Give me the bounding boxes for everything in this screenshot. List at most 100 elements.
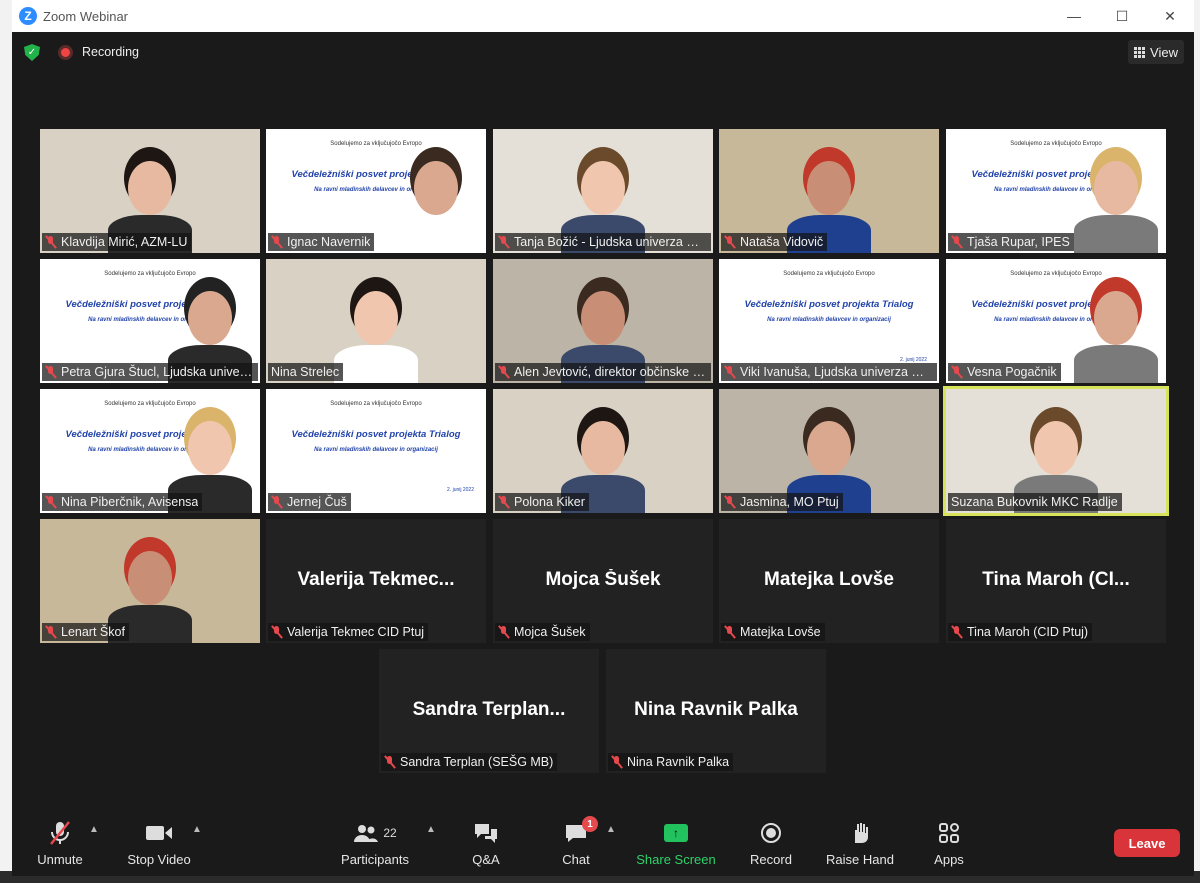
participant-nameplate: Alen Jevtović, direktor občinske uprave	[495, 363, 711, 381]
participant-tile[interactable]: Tanja Božić - Ljudska univerza Ptuj	[493, 129, 713, 253]
participant-tile[interactable]: Nataša Vidovič	[719, 129, 939, 253]
qa-icon	[473, 818, 499, 848]
video-camera-icon	[145, 818, 173, 848]
maximize-button[interactable]: ☐	[1098, 0, 1146, 32]
participant-nameplate: Tjaša Rupar, IPES	[948, 233, 1074, 251]
participant-name: Polona Kiker	[514, 495, 585, 509]
window-title: Zoom Webinar	[43, 8, 129, 24]
slide-header-text: Sodelujemo za vključujočo Evropo	[330, 401, 422, 407]
close-button[interactable]: ✕	[1146, 0, 1194, 32]
participant-name: Matejka Lovše	[740, 625, 821, 639]
participant-nameplate: Lenart Škof	[42, 623, 129, 641]
participant-tile[interactable]: Sodelujemo za vključujočo Evropo Večdelež…	[946, 129, 1166, 253]
participant-tile[interactable]: Mojca Šušek Mojca Šušek	[493, 519, 713, 643]
participant-tile[interactable]: Polona Kiker	[493, 389, 713, 513]
participant-tile[interactable]: Sodelujemo za vključujočo Evropo Večdelež…	[266, 389, 486, 513]
participant-nameplate: Nina Piberčnik, Avisensa	[42, 493, 203, 511]
mic-muted-icon	[45, 365, 57, 379]
stop-video-button[interactable]: Stop Video	[124, 818, 194, 874]
participant-tile[interactable]: Klavdija Mirić, AZM-LU	[40, 129, 260, 253]
mic-muted-icon	[724, 625, 736, 639]
participant-name: Tanja Božić - Ljudska univerza Ptuj	[514, 235, 707, 249]
participants-button[interactable]: 22 Participants	[340, 818, 410, 874]
minimize-button[interactable]: —	[1050, 0, 1098, 32]
participant-nameplate: Suzana Bukovnik MKC Radlje	[948, 493, 1122, 511]
participant-tile[interactable]: Sodelujemo za vključujočo Evropo Večdelež…	[946, 259, 1166, 383]
title-bar: Z Zoom Webinar — ☐ ✕	[12, 0, 1194, 32]
participant-tile[interactable]: Sodelujemo za vključujočo Evropo Večdelež…	[266, 129, 486, 253]
chat-options-caret-icon[interactable]: ▲	[606, 824, 616, 835]
participants-count: 22	[383, 826, 397, 840]
participant-tile[interactable]: Lenart Škof	[40, 519, 260, 643]
recording-indicator-icon	[58, 45, 73, 60]
participant-tile[interactable]: Sandra Terplan... Sandra Terplan (SEŠG MB…	[379, 649, 599, 773]
participants-options-caret-icon[interactable]: ▲	[426, 824, 436, 835]
audio-options-caret-icon[interactable]: ▲	[89, 824, 99, 835]
participant-tile[interactable]: Tina Maroh (CI... Tina Maroh (CID Ptuj)	[946, 519, 1166, 643]
record-button[interactable]: Record	[748, 818, 794, 874]
participant-name: Tjaša Rupar, IPES	[967, 235, 1070, 249]
participant-name: Mojca Šušek	[514, 625, 586, 639]
participant-tile[interactable]: Sodelujemo za vključujočo Evropo Večdelež…	[40, 389, 260, 513]
desktop-right-edge	[1194, 0, 1200, 883]
mic-muted-icon	[498, 235, 510, 249]
participant-video-feed	[1066, 273, 1166, 383]
participant-tile[interactable]: Nina Strelec	[266, 259, 486, 383]
participant-tile[interactable]: Matejka Lovše Matejka Lovše	[719, 519, 939, 643]
mic-muted-icon	[48, 818, 72, 848]
slide-subtitle-text: Na ravni mladinskih delavcev in organiza…	[314, 447, 438, 453]
mic-muted-icon	[498, 495, 510, 509]
participant-display-name: Valerija Tekmec...	[297, 569, 455, 590]
mic-muted-icon	[498, 625, 510, 639]
mic-muted-icon	[951, 625, 963, 639]
slide-subtitle-text: Na ravni mladinskih delavcev in organiza…	[767, 317, 891, 323]
mic-muted-icon	[271, 625, 283, 639]
security-shield-icon[interactable]: ✓	[24, 44, 40, 61]
participant-nameplate: Valerija Tekmec CID Ptuj	[268, 623, 429, 641]
video-options-caret-icon[interactable]: ▲	[192, 824, 202, 835]
participant-nameplate: Klavdija Mirić, AZM-LU	[42, 233, 192, 251]
view-button[interactable]: View	[1128, 40, 1184, 64]
participant-name: Petra Gjura Štucl, Ljudska univerza	[61, 365, 254, 379]
apps-button[interactable]: Apps	[930, 818, 968, 874]
mic-muted-icon	[951, 235, 963, 249]
participant-tile[interactable]: Sodelujemo za vključujočo Evropo Večdelež…	[40, 259, 260, 383]
qa-button[interactable]: Q&A	[464, 818, 508, 874]
chat-button[interactable]: 1 Chat	[558, 816, 598, 874]
mic-muted-icon	[45, 495, 57, 509]
participant-nameplate: Jasmina, MO Ptuj	[721, 493, 843, 511]
participant-tile[interactable]: Valerija Tekmec... Valerija Tekmec CID Pt…	[266, 519, 486, 643]
participant-tile[interactable]: Alen Jevtović, direktor občinske uprave	[493, 259, 713, 383]
participant-nameplate: Ignac Navernik	[268, 233, 375, 251]
raise-hand-button[interactable]: Raise Hand	[824, 818, 896, 874]
record-icon	[760, 818, 782, 848]
apps-label: Apps	[934, 852, 964, 867]
share-screen-icon: ↑	[664, 818, 688, 848]
zoom-window: Z Zoom Webinar — ☐ ✕ ✓ Recording View Kl…	[12, 0, 1194, 876]
participant-nameplate: Matejka Lovše	[721, 623, 825, 641]
participant-nameplate: Mojca Šušek	[495, 623, 590, 641]
raise-hand-icon	[850, 818, 870, 848]
participant-name: Vesna Pogačnik	[967, 365, 1057, 379]
participant-nameplate: Vesna Pogačnik	[948, 363, 1061, 381]
participant-tile[interactable]: Jasmina, MO Ptuj	[719, 389, 939, 513]
participant-nameplate: Jernej Čuš	[268, 493, 351, 511]
participant-name: Jernej Čuš	[287, 495, 347, 509]
participant-video-feed	[1066, 143, 1166, 253]
chat-label: Chat	[562, 852, 590, 867]
participant-tile[interactable]: Suzana Bukovnik MKC Radlje	[943, 386, 1169, 516]
participant-nameplate: Tina Maroh (CID Ptuj)	[948, 623, 1093, 641]
share-screen-button[interactable]: ↑ Share Screen	[636, 818, 716, 874]
participant-display-name: Nina Ravnik Palka	[634, 699, 798, 720]
participant-name: Ignac Navernik	[287, 235, 371, 249]
participant-name: Nina Strelec	[271, 365, 340, 379]
participant-nameplate: Tanja Božić - Ljudska univerza Ptuj	[495, 233, 711, 251]
participant-nameplate: Nina Ravnik Palka	[608, 753, 734, 771]
leave-button[interactable]: Leave	[1114, 829, 1180, 857]
unmute-button[interactable]: Unmute	[34, 818, 86, 874]
meeting-toolbar: Unmute ▲ Stop Video ▲ 22 Participants ▲ …	[12, 812, 1194, 876]
participant-tile[interactable]: Sodelujemo za vključujočo Evropo Večdelež…	[719, 259, 939, 383]
participant-display-name: Tina Maroh (CI...	[982, 569, 1130, 590]
participant-nameplate: Nataša Vidovič	[721, 233, 828, 251]
participant-tile[interactable]: Nina Ravnik Palka Nina Ravnik Palka	[606, 649, 826, 773]
